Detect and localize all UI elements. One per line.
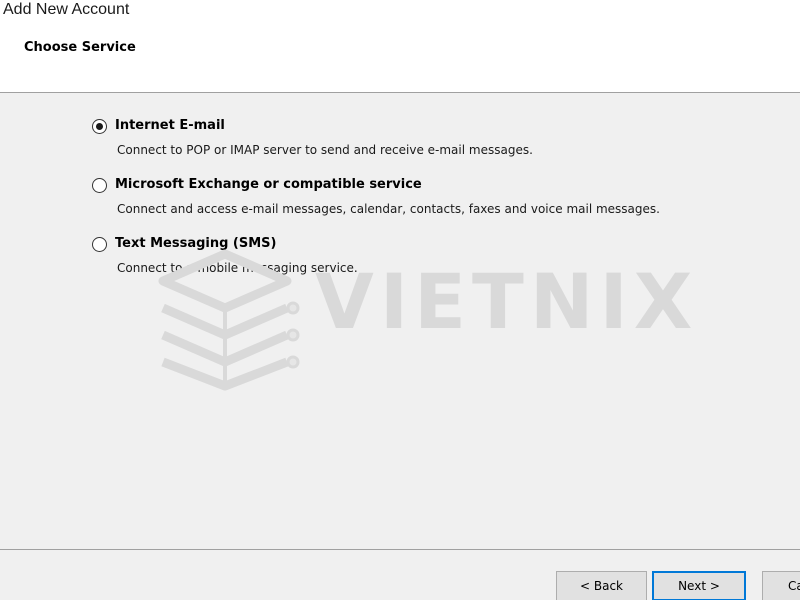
radio-button[interactable] — [92, 237, 107, 252]
window-title: Add New Account — [3, 1, 130, 18]
watermark-text: VIETNIX — [315, 257, 699, 346]
option-label[interactable]: Microsoft Exchange or compatible service — [115, 177, 422, 192]
option-row: Text Messaging (SMS) — [92, 236, 772, 256]
footer-divider — [0, 549, 800, 550]
next-button[interactable]: Next > — [652, 571, 746, 600]
add-account-dialog: Add New Account Choose Service Internet … — [0, 0, 800, 600]
option-row: Microsoft Exchange or compatible service — [92, 177, 772, 197]
option-internet-email[interactable]: Internet E-mail Connect to POP or IMAP s… — [92, 118, 772, 157]
option-row: Internet E-mail — [92, 118, 772, 138]
radio-button[interactable] — [92, 178, 107, 193]
radio-dot-icon — [96, 123, 103, 130]
option-description: Connect to a mobile messaging service. — [117, 261, 358, 275]
option-microsoft-exchange[interactable]: Microsoft Exchange or compatible service… — [92, 177, 772, 216]
section-title: Choose Service — [24, 40, 136, 55]
option-description: Connect to POP or IMAP server to send an… — [117, 143, 533, 157]
option-label[interactable]: Text Messaging (SMS) — [115, 236, 276, 251]
dialog-header: Add New Account Choose Service — [0, 0, 800, 93]
option-description: Connect and access e-mail messages, cale… — [117, 202, 660, 216]
back-button[interactable]: < Back — [556, 571, 647, 600]
cancel-button[interactable]: Ca — [762, 571, 800, 600]
option-text-messaging[interactable]: Text Messaging (SMS) Connect to a mobile… — [92, 236, 772, 275]
option-label[interactable]: Internet E-mail — [115, 118, 225, 133]
radio-button-selected[interactable] — [92, 119, 107, 134]
